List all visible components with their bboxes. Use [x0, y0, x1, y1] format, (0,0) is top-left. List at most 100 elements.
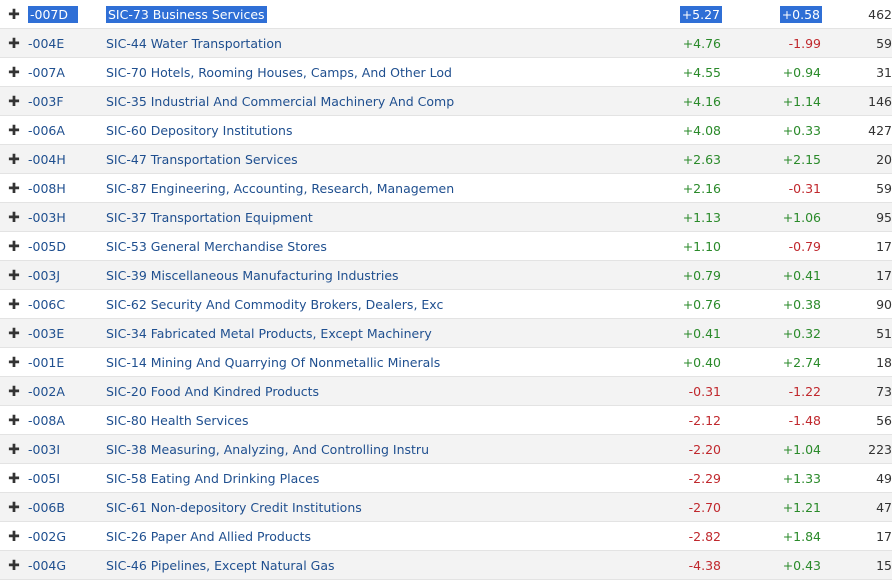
table-row[interactable]: ✚ -006A SIC-60 Depository Institutions +…	[0, 115, 892, 145]
industry-code-link[interactable]: -006B	[28, 500, 65, 515]
table-row[interactable]: ✚ -005I SIC-58 Eating And Drinking Place…	[0, 463, 892, 493]
plus-icon[interactable]: ✚	[8, 8, 20, 22]
expand-cell[interactable]: ✚	[0, 289, 28, 319]
industry-code-link[interactable]: -008A	[28, 413, 65, 428]
industry-code-link[interactable]: -007D	[28, 5, 78, 23]
plus-icon[interactable]: ✚	[8, 327, 20, 341]
table-row[interactable]: ✚ -008A SIC-80 Health Services -2.12 -1.…	[0, 405, 892, 435]
industry-code-link[interactable]: -005D	[28, 239, 66, 254]
plus-icon[interactable]: ✚	[8, 95, 20, 109]
expand-cell[interactable]: ✚	[0, 434, 28, 464]
table-row[interactable]: ✚ -007D SIC-73 Business Services +5.27 +…	[0, 0, 892, 29]
plus-icon[interactable]: ✚	[8, 443, 20, 457]
expand-cell[interactable]: ✚	[0, 521, 28, 551]
industry-name-link[interactable]: SIC-35 Industrial And Commercial Machine…	[106, 94, 454, 109]
expand-cell[interactable]: ✚	[0, 28, 28, 58]
table-row[interactable]: ✚ -007A SIC-70 Hotels, Rooming Houses, C…	[0, 57, 892, 87]
industry-code-link[interactable]: -004H	[28, 152, 66, 167]
industry-name-link[interactable]: SIC-20 Food And Kindred Products	[106, 384, 319, 399]
table-row[interactable]: ✚ -004G SIC-46 Pipelines, Except Natural…	[0, 550, 892, 580]
industry-code-link[interactable]: -003H	[28, 210, 66, 225]
industry-code-link[interactable]: -002G	[28, 529, 66, 544]
plus-icon[interactable]: ✚	[8, 472, 20, 486]
industry-code-link[interactable]: -003E	[28, 326, 64, 341]
plus-icon[interactable]: ✚	[8, 530, 20, 544]
plus-icon[interactable]: ✚	[8, 153, 20, 167]
industry-code-link[interactable]: -007A	[28, 65, 65, 80]
industry-name-link[interactable]: SIC-44 Water Transportation	[106, 36, 282, 51]
plus-icon[interactable]: ✚	[8, 298, 20, 312]
table-row[interactable]: ✚ -004E SIC-44 Water Transportation +4.7…	[0, 28, 892, 58]
industry-name-link[interactable]: SIC-62 Security And Commodity Brokers, D…	[106, 297, 443, 312]
table-row[interactable]: ✚ -003J SIC-39 Miscellaneous Manufacturi…	[0, 260, 892, 290]
table-row[interactable]: ✚ -004H SIC-47 Transportation Services +…	[0, 144, 892, 174]
expand-cell[interactable]: ✚	[0, 260, 28, 290]
industry-name-link[interactable]: SIC-70 Hotels, Rooming Houses, Camps, An…	[106, 65, 452, 80]
industry-code-link[interactable]: -006C	[28, 297, 65, 312]
industry-name-link[interactable]: SIC-26 Paper And Allied Products	[106, 529, 311, 544]
plus-icon[interactable]: ✚	[8, 414, 20, 428]
table-row[interactable]: ✚ -003E SIC-34 Fabricated Metal Products…	[0, 318, 892, 348]
industry-name-link[interactable]: SIC-47 Transportation Services	[106, 152, 298, 167]
industry-name-link[interactable]: SIC-37 Transportation Equipment	[106, 210, 313, 225]
table-row[interactable]: ✚ -005D SIC-53 General Merchandise Store…	[0, 231, 892, 261]
expand-cell[interactable]: ✚	[0, 347, 28, 377]
plus-icon[interactable]: ✚	[8, 37, 20, 51]
table-row[interactable]: ✚ -002A SIC-20 Food And Kindred Products…	[0, 376, 892, 406]
expand-cell[interactable]: ✚	[0, 144, 28, 174]
expand-cell[interactable]: ✚	[0, 463, 28, 493]
industry-code-link[interactable]: -002A	[28, 384, 65, 399]
industry-name-link[interactable]: SIC-53 General Merchandise Stores	[106, 239, 327, 254]
industry-name-link[interactable]: SIC-39 Miscellaneous Manufacturing Indus…	[106, 268, 399, 283]
plus-icon[interactable]: ✚	[8, 124, 20, 138]
table-row[interactable]: ✚ -003F SIC-35 Industrial And Commercial…	[0, 86, 892, 116]
industry-code-link[interactable]: -003F	[28, 94, 64, 109]
expand-cell[interactable]: ✚	[0, 86, 28, 116]
industry-name-link[interactable]: SIC-14 Mining And Quarrying Of Nonmetall…	[106, 355, 440, 370]
table-row[interactable]: ✚ -008H SIC-87 Engineering, Accounting, …	[0, 173, 892, 203]
industry-code-link[interactable]: -003J	[28, 268, 60, 283]
expand-cell[interactable]: ✚	[0, 0, 28, 29]
industry-code-link[interactable]: -004E	[28, 36, 64, 51]
plus-icon[interactable]: ✚	[8, 269, 20, 283]
industry-name-link[interactable]: SIC-80 Health Services	[106, 413, 248, 428]
industry-code-link[interactable]: -005I	[28, 471, 60, 486]
plus-icon[interactable]: ✚	[8, 501, 20, 515]
table-row[interactable]: ✚ -006C SIC-62 Security And Commodity Br…	[0, 289, 892, 319]
plus-icon[interactable]: ✚	[8, 385, 20, 399]
plus-icon[interactable]: ✚	[8, 356, 20, 370]
table-row[interactable]: ✚ -003I SIC-38 Measuring, Analyzing, And…	[0, 434, 892, 464]
industry-name-link[interactable]: SIC-73 Business Services	[106, 5, 267, 23]
expand-cell[interactable]: ✚	[0, 57, 28, 87]
industry-name-link[interactable]: SIC-60 Depository Institutions	[106, 123, 292, 138]
expand-cell[interactable]: ✚	[0, 550, 28, 580]
table-row[interactable]: ✚ -003H SIC-37 Transportation Equipment …	[0, 202, 892, 232]
expand-cell[interactable]: ✚	[0, 202, 28, 232]
plus-icon[interactable]: ✚	[8, 559, 20, 573]
expand-cell[interactable]: ✚	[0, 173, 28, 203]
plus-icon[interactable]: ✚	[8, 240, 20, 254]
expand-cell[interactable]: ✚	[0, 231, 28, 261]
industry-name-link[interactable]: SIC-34 Fabricated Metal Products, Except…	[106, 326, 432, 341]
industry-code-link[interactable]: -001E	[28, 355, 64, 370]
expand-cell[interactable]: ✚	[0, 115, 28, 145]
industry-code-link[interactable]: -003I	[28, 442, 60, 457]
industry-name-link[interactable]: SIC-46 Pipelines, Except Natural Gas	[106, 558, 335, 573]
table-row[interactable]: ✚ -002G SIC-26 Paper And Allied Products…	[0, 521, 892, 551]
expand-cell[interactable]: ✚	[0, 318, 28, 348]
expand-cell[interactable]: ✚	[0, 405, 28, 435]
industry-name-link[interactable]: SIC-58 Eating And Drinking Places	[106, 471, 319, 486]
plus-icon[interactable]: ✚	[8, 182, 20, 196]
industry-code-link[interactable]: -006A	[28, 123, 65, 138]
industry-code-link[interactable]: -008H	[28, 181, 66, 196]
table-row[interactable]: ✚ -006B SIC-61 Non-depository Credit Ins…	[0, 492, 892, 522]
industry-name-link[interactable]: SIC-87 Engineering, Accounting, Research…	[106, 181, 454, 196]
industry-name-link[interactable]: SIC-61 Non-depository Credit Institution…	[106, 500, 362, 515]
industry-code-link[interactable]: -004G	[28, 558, 66, 573]
expand-cell[interactable]: ✚	[0, 492, 28, 522]
expand-cell[interactable]: ✚	[0, 376, 28, 406]
industry-name-link[interactable]: SIC-38 Measuring, Analyzing, And Control…	[106, 442, 429, 457]
plus-icon[interactable]: ✚	[8, 211, 20, 225]
table-row[interactable]: ✚ -001E SIC-14 Mining And Quarrying Of N…	[0, 347, 892, 377]
plus-icon[interactable]: ✚	[8, 66, 20, 80]
